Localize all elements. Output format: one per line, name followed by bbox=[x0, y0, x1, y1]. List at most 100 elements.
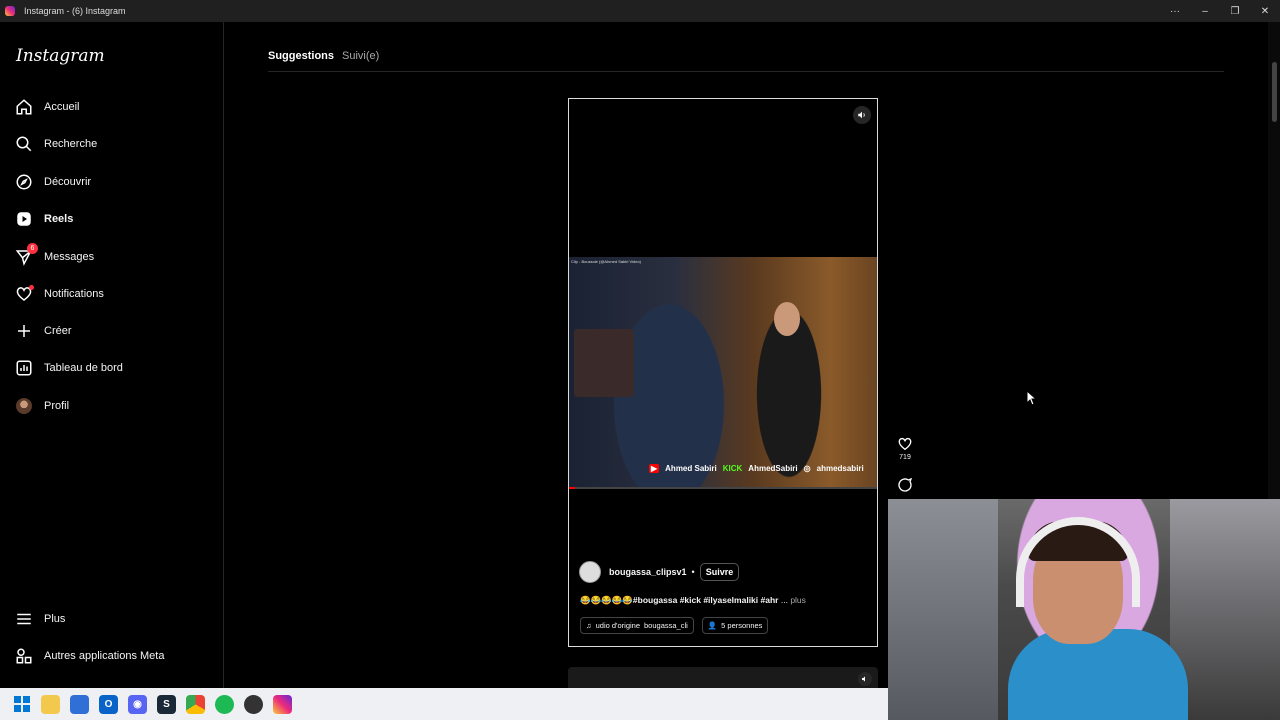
caption-emojis: 😂😂😂😂😂 bbox=[580, 595, 633, 605]
speaker-icon bbox=[858, 111, 865, 119]
sidebar-item-explore[interactable]: Découvrir bbox=[14, 167, 214, 197]
plus-icon bbox=[14, 321, 34, 341]
spotify-icon[interactable] bbox=[215, 694, 234, 714]
sidebar-item-label: Recherche bbox=[44, 138, 98, 150]
instagram-taskbar-icon[interactable] bbox=[273, 694, 292, 714]
comment-button[interactable] bbox=[893, 477, 917, 493]
audio-label: udio d'origine bbox=[595, 621, 641, 630]
profile-avatar bbox=[14, 396, 34, 416]
restore-button[interactable]: ❐ bbox=[1220, 0, 1250, 22]
reel-card[interactable]: Clip - Boussole (@Ahmed Sabiri Video) ▶ … bbox=[568, 98, 878, 647]
webcam-overlay bbox=[888, 499, 1280, 720]
windows-taskbar: O ◉ S bbox=[0, 688, 888, 720]
author-name[interactable]: bougassa_clipsv1 bbox=[609, 567, 687, 577]
next-reel-card[interactable] bbox=[568, 667, 878, 689]
menu-icon bbox=[14, 609, 34, 629]
sidebar-item-notifications[interactable]: Notifications bbox=[14, 279, 214, 309]
window-titlebar: Instagram - (6) Instagram ··· – ❐ ✕ bbox=[0, 0, 1280, 22]
sidebar-item-label: Notifications bbox=[44, 288, 104, 300]
reel-author: bougassa_clipsv1 • Suivre bbox=[579, 561, 740, 583]
person-icon: 👤 bbox=[707, 621, 718, 630]
sidebar-item-label: Créer bbox=[44, 325, 72, 337]
more-options-icon[interactable]: ··· bbox=[1160, 0, 1190, 22]
messenger-icon: 6 bbox=[14, 243, 38, 267]
comment-icon bbox=[898, 477, 913, 492]
sidebar-item-label: Autres applications Meta bbox=[44, 650, 165, 662]
discord-icon[interactable]: ◉ bbox=[128, 694, 147, 714]
youtube-icon: ▶ bbox=[649, 464, 660, 473]
caption-hashtags[interactable]: #bougassa #kick #ilyaselmaliki #ahr bbox=[633, 595, 779, 605]
minimize-button[interactable]: – bbox=[1190, 0, 1220, 22]
music-note-icon: ♫ bbox=[586, 621, 592, 630]
video-progress-bar[interactable] bbox=[569, 487, 877, 489]
sidebar-item-reels[interactable]: Reels bbox=[14, 204, 214, 234]
kick-logo: KICK bbox=[722, 464, 743, 473]
notification-dot bbox=[29, 285, 34, 290]
author-avatar[interactable] bbox=[579, 561, 601, 583]
video-social-banner: ▶ Ahmed Sabiri KICK AhmedSabiri ◎ ahmeds… bbox=[649, 464, 864, 473]
windows-start-icon[interactable] bbox=[12, 695, 31, 714]
kick-handle: AhmedSabiri bbox=[748, 464, 798, 473]
reel-meta: ♫ udio d'origine bougassa_cli 👤 5 person… bbox=[580, 617, 769, 634]
meta-apps-icon bbox=[14, 646, 34, 666]
tab-following[interactable]: Suivi(e) bbox=[342, 50, 379, 62]
video-overlay-text: Clip - Boussole (@Ahmed Sabiri Video) bbox=[571, 259, 642, 264]
obs-icon[interactable] bbox=[244, 694, 263, 714]
home-icon bbox=[14, 97, 34, 117]
sidebar-item-dashboard[interactable]: Tableau de bord bbox=[14, 353, 214, 383]
youtube-handle: Ahmed Sabiri bbox=[665, 464, 717, 473]
close-button[interactable]: ✕ bbox=[1250, 0, 1280, 22]
store-icon[interactable] bbox=[70, 694, 89, 714]
reel-caption: 😂😂😂😂😂#bougassa #kick #ilyaselmaliki #ahr… bbox=[580, 595, 806, 606]
sidebar-item-messages[interactable]: 6 Messages bbox=[14, 242, 214, 272]
like-button[interactable]: 719 bbox=[893, 436, 917, 461]
sidebar-item-label: Découvrir bbox=[44, 176, 92, 188]
sidebar-item-label: Plus bbox=[44, 613, 66, 625]
caption-ellipsis: ... bbox=[780, 595, 788, 605]
sidebar-item-label: Accueil bbox=[44, 101, 80, 113]
sidebar-item-profile[interactable]: Profil bbox=[14, 391, 214, 421]
scrollbar-thumb[interactable] bbox=[1272, 62, 1277, 122]
reel-video[interactable]: Clip - Boussole (@Ahmed Sabiri Video) ▶ … bbox=[569, 257, 877, 489]
webcam-hoodie bbox=[1008, 629, 1188, 720]
outlook-icon[interactable]: O bbox=[99, 694, 118, 714]
sidebar-item-label: Reels bbox=[44, 213, 74, 225]
sidebar-item-create[interactable]: Créer bbox=[14, 316, 214, 346]
instagram-icon: ◎ bbox=[803, 464, 811, 473]
tagged-people-count: 5 personnes bbox=[721, 621, 763, 630]
sidebar-item-label: Messages bbox=[44, 251, 95, 263]
reel-actions: 719 bbox=[893, 436, 917, 493]
follow-button[interactable]: Suivre bbox=[699, 563, 740, 581]
tab-suggestions[interactable]: Suggestions bbox=[268, 50, 334, 62]
sidebar-item-more[interactable]: Plus bbox=[14, 604, 214, 634]
compass-icon bbox=[14, 172, 34, 192]
sidebar-item-home[interactable]: Accueil bbox=[14, 92, 214, 122]
dashboard-icon bbox=[14, 358, 34, 378]
audio-pill[interactable]: ♫ udio d'origine bougassa_cli bbox=[580, 617, 694, 634]
chrome-icon[interactable] bbox=[186, 694, 205, 714]
window-title: Instagram - (6) Instagram bbox=[24, 6, 126, 16]
sound-toggle-button[interactable] bbox=[853, 106, 871, 124]
tagged-people-pill[interactable]: 👤 5 personnes bbox=[701, 617, 769, 634]
heart-icon bbox=[14, 284, 34, 304]
window-controls: ··· – ❐ ✕ bbox=[1160, 0, 1280, 22]
mouse-cursor bbox=[1026, 389, 1038, 411]
instagram-logo[interactable]: Instagram bbox=[16, 46, 105, 66]
video-progress-fill bbox=[569, 487, 576, 489]
sidebar-item-label: Profil bbox=[44, 400, 70, 412]
search-icon bbox=[14, 134, 34, 154]
separator: • bbox=[691, 567, 695, 577]
file-explorer-icon[interactable] bbox=[41, 694, 60, 714]
instagram-app-icon bbox=[5, 6, 15, 16]
sound-toggle-button[interactable] bbox=[858, 672, 872, 686]
audio-author: bougassa_cli bbox=[644, 621, 688, 630]
sidebar-item-search[interactable]: Recherche bbox=[14, 129, 214, 159]
reels-icon bbox=[14, 209, 34, 229]
caption-more-link[interactable]: plus bbox=[790, 595, 806, 605]
sidebar-item-meta-apps[interactable]: Autres applications Meta bbox=[14, 641, 214, 671]
sidebar: Instagram Accueil Recherche Découvrir Re… bbox=[0, 22, 224, 688]
messages-badge: 6 bbox=[27, 243, 38, 254]
steam-icon[interactable]: S bbox=[157, 694, 176, 714]
speaker-icon bbox=[862, 676, 865, 682]
video-face bbox=[774, 302, 800, 336]
